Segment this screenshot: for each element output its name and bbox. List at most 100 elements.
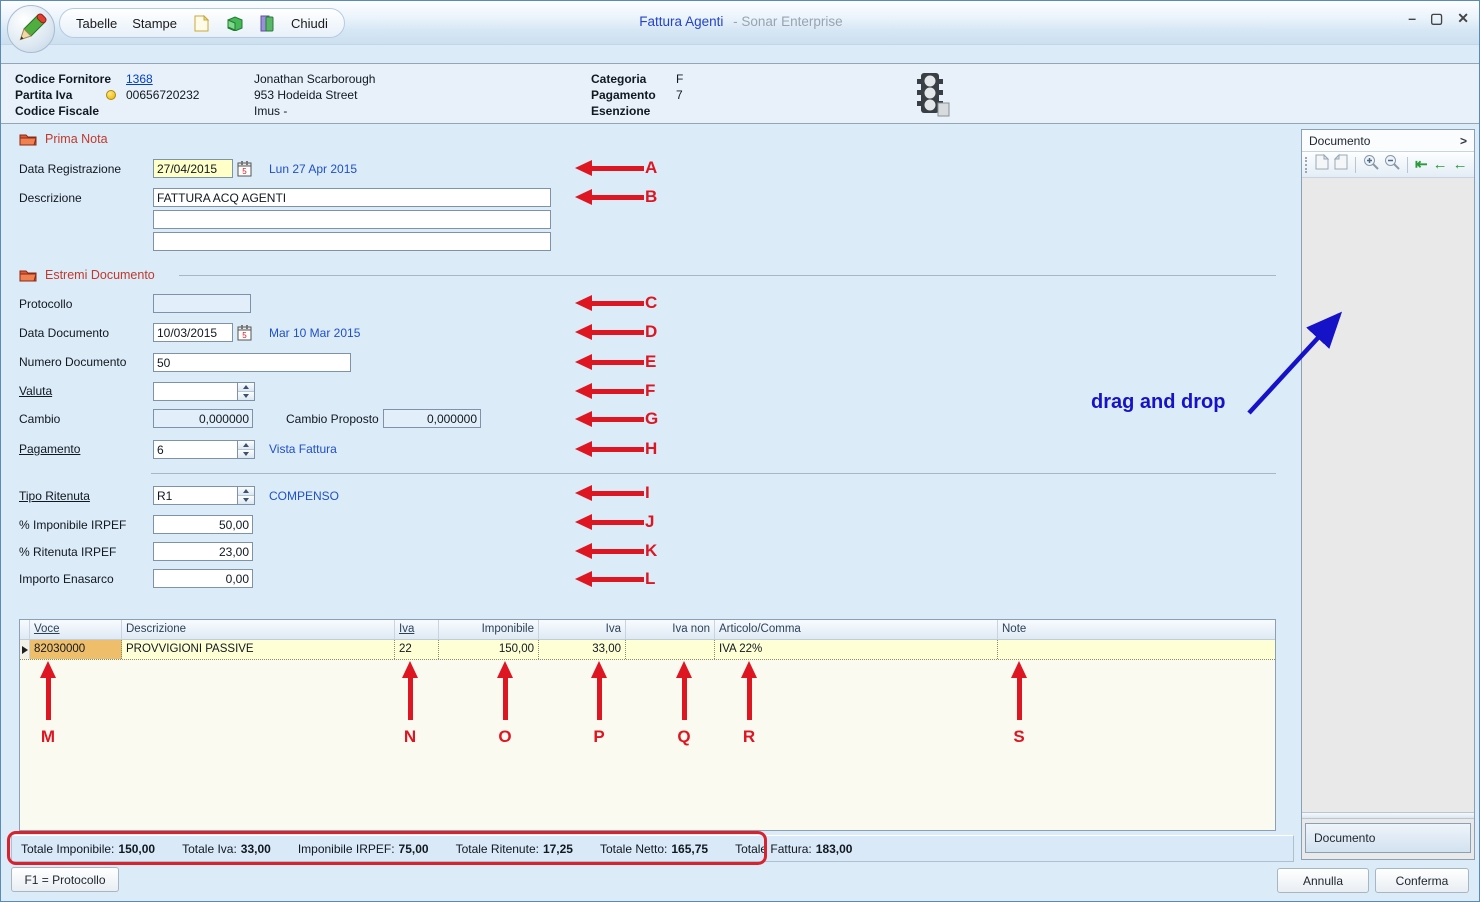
annotation-arrow-e: E	[575, 353, 656, 371]
estremi-section-header: Estremi Documento	[19, 268, 155, 282]
first-page-icon[interactable]: ⇤	[1415, 157, 1428, 173]
close-button[interactable]: ✕	[1457, 11, 1469, 25]
traffic-light-icon[interactable]	[914, 71, 950, 120]
f1-protocollo-button[interactable]: F1 = Protocollo	[11, 867, 119, 892]
documento-preview-area[interactable]	[1302, 178, 1474, 812]
supplier-name: Jonathan Scarborough	[254, 72, 375, 86]
section-divider	[151, 473, 1276, 474]
cell-note[interactable]	[998, 640, 1275, 659]
data-registrazione-input[interactable]	[153, 159, 233, 178]
col-articolo-comma[interactable]: Articolo/Comma	[715, 620, 998, 639]
codice-fornitore-label: Codice Fornitore	[15, 72, 111, 86]
numero-documento-input[interactable]	[153, 353, 351, 372]
cell-iva-non[interactable]	[626, 640, 715, 659]
codice-fornitore-link[interactable]: 1368	[126, 72, 153, 86]
copy-page-icon[interactable]	[1334, 154, 1348, 175]
col-note[interactable]: Note	[998, 620, 1275, 639]
maximize-button[interactable]: ▢	[1430, 11, 1443, 25]
app-logo-pencil-icon	[7, 5, 55, 53]
previous-page-icon[interactable]: ←	[1433, 157, 1448, 173]
minimize-button[interactable]: –	[1408, 11, 1416, 25]
svg-text:5: 5	[242, 331, 247, 340]
next-page-icon[interactable]: ←	[1453, 157, 1468, 173]
col-imponibile[interactable]: Imponibile	[439, 620, 539, 639]
numero-documento-label: Numero Documento	[19, 355, 126, 369]
folder-icon	[19, 268, 37, 282]
supplier-header-panel: Codice Fornitore Partita Iva Codice Fisc…	[1, 63, 1480, 124]
data-registrazione-long: Lun 27 Apr 2015	[269, 162, 357, 176]
totals-bar: Totale Imponibile:150,00 Totale Iva:33,0…	[11, 835, 1294, 862]
cambio-input[interactable]	[153, 409, 253, 428]
exit-door-icon[interactable]	[258, 14, 276, 32]
descrizione-input-2[interactable]	[153, 210, 551, 229]
cell-voce[interactable]: 82030000	[30, 640, 122, 659]
annotation-arrow-r: R	[741, 661, 757, 747]
pagamento-link[interactable]: Pagamento	[19, 442, 80, 456]
menu-tabelle[interactable]: Tabelle	[76, 16, 117, 31]
esenzione-label: Esenzione	[591, 104, 650, 118]
annotation-arrow-n: N	[402, 661, 418, 747]
new-page-icon[interactable]	[1315, 154, 1329, 175]
valuta-spinner[interactable]	[238, 382, 255, 401]
menu-stampe[interactable]: Stampe	[132, 16, 177, 31]
valuta-link[interactable]: Valuta	[19, 384, 52, 398]
zoom-in-icon[interactable]	[1363, 154, 1379, 175]
main-toolbar: Tabelle Stampe Chiudi	[59, 8, 345, 38]
new-document-icon[interactable]	[192, 14, 210, 32]
cell-iva-codice[interactable]: 22	[395, 640, 439, 659]
panel-splitter[interactable]	[1302, 812, 1474, 819]
col-descrizione[interactable]: Descrizione	[122, 620, 395, 639]
app-window: Tabelle Stampe Chiudi	[0, 0, 1480, 902]
cell-imponibile[interactable]: 150,00	[439, 640, 539, 659]
current-row-marker-icon	[22, 646, 28, 654]
imponibile-irpef-input[interactable]	[153, 515, 253, 534]
annotation-arrow-j: J	[575, 513, 654, 531]
data-documento-input[interactable]	[153, 323, 233, 342]
toolbar-drag-handle[interactable]	[1305, 157, 1308, 173]
descrizione-input-1[interactable]	[153, 188, 551, 207]
pagamento-input[interactable]	[153, 440, 238, 459]
categoria-value: F	[676, 72, 683, 86]
cell-iva-importo[interactable]: 33,00	[539, 640, 626, 659]
col-iva-non[interactable]: Iva non	[626, 620, 715, 639]
protocollo-input[interactable]	[153, 294, 251, 313]
annotation-arrow-m: M	[40, 661, 56, 747]
annotation-arrow-c: C	[575, 294, 657, 312]
status-dot-icon	[106, 90, 116, 100]
grid-header-gutter	[20, 620, 30, 639]
cell-descrizione[interactable]: PROVVIGIONI PASSIVE	[122, 640, 395, 659]
imponibile-irpef-total: Imponibile IRPEF:75,00	[298, 842, 429, 856]
book-icon[interactable]	[225, 14, 243, 32]
pagamento-spinner[interactable]	[238, 440, 255, 459]
annotation-arrow-d: D	[575, 323, 657, 341]
tipo-ritenuta-spinner[interactable]	[238, 486, 255, 505]
ritenuta-irpef-label: % Ritenuta IRPEF	[19, 545, 116, 559]
data-documento-label: Data Documento	[19, 326, 109, 340]
valuta-input[interactable]	[153, 382, 238, 401]
documento-bottom-tab[interactable]: Documento	[1305, 823, 1471, 853]
col-iva-codice[interactable]: Iva	[395, 620, 439, 639]
cambio-label: Cambio	[19, 412, 60, 426]
row-selector[interactable]	[20, 640, 30, 659]
cambio-proposto-input[interactable]	[383, 409, 481, 428]
calendar-icon[interactable]: 5	[237, 324, 253, 341]
window-title-active: Fattura Agenti	[639, 14, 723, 29]
calendar-icon[interactable]: 5	[237, 160, 253, 177]
tipo-ritenuta-link[interactable]: Tipo Ritenuta	[19, 489, 90, 503]
col-voce[interactable]: Voce	[30, 620, 122, 639]
cell-articolo-comma[interactable]: IVA 22%	[715, 640, 998, 659]
chevron-right-icon[interactable]: >	[1460, 134, 1467, 148]
ritenuta-irpef-input[interactable]	[153, 542, 253, 561]
descrizione-input-3[interactable]	[153, 232, 551, 251]
menu-chiudi[interactable]: Chiudi	[291, 16, 328, 31]
importo-enasarco-input[interactable]	[153, 569, 253, 588]
conferma-button[interactable]: Conferma	[1375, 868, 1469, 893]
tipo-ritenuta-input[interactable]	[153, 486, 238, 505]
descrizione-label: Descrizione	[19, 191, 82, 205]
annotation-arrow-p: P	[591, 661, 607, 747]
annotation-arrow-k: K	[575, 542, 657, 560]
col-iva-importo[interactable]: Iva	[539, 620, 626, 639]
grid-data-row[interactable]: 82030000 PROVVIGIONI PASSIVE 22 150,00 3…	[20, 640, 1275, 660]
zoom-out-icon[interactable]	[1384, 154, 1400, 175]
annulla-button[interactable]: Annulla	[1277, 868, 1369, 893]
